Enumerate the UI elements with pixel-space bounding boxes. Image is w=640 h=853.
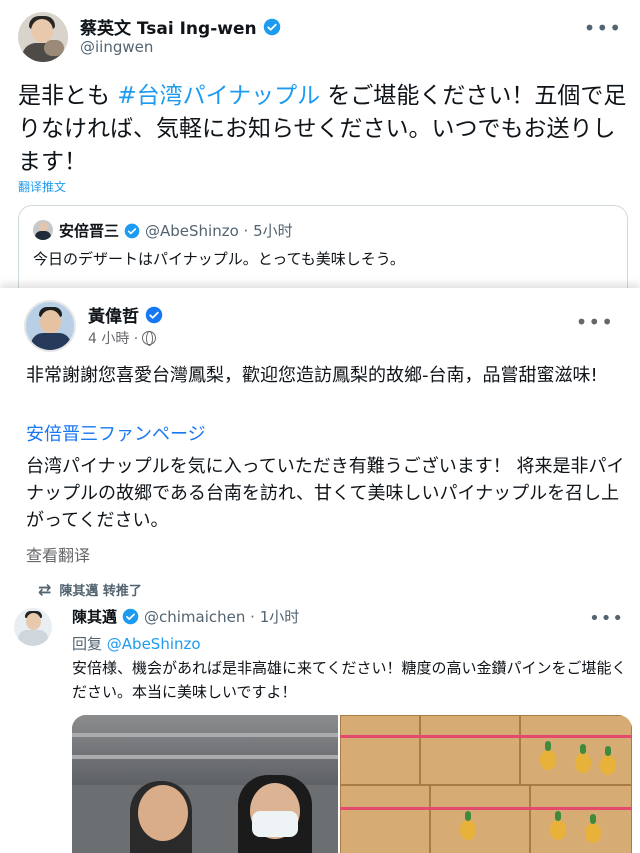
tweet-chen: ⇄ 陳其邁 转推了 陳其邁 @chimaichen · 1小时 ••• 回复 @… <box>0 578 640 853</box>
verified-badge-icon <box>124 223 140 238</box>
post-text-japanese: 台湾パイナップルを気に入っていただき有難うございます！ 将来是非パイナップルの故… <box>26 456 625 531</box>
more-options-icon[interactable]: ••• <box>584 16 622 40</box>
avatar-tsai[interactable] <box>18 12 68 62</box>
tweet-author-name[interactable]: 蔡英文 Tsai Ing-wen <box>80 14 281 39</box>
more-options-icon[interactable]: ••• <box>589 608 624 629</box>
post-time-text[interactable]: 4 小時 · <box>88 328 138 348</box>
tweet-text: 安倍様、機会があれば是非高雄に来てください！糖度の高い金鑽パインをご堪能ください… <box>72 659 627 701</box>
screenshot-collage: 蔡英文 Tsai Ing-wen @iingwen ••• 是非とも #台湾パイ… <box>0 0 640 853</box>
retweet-label[interactable]: 陳其邁 转推了 <box>59 580 142 599</box>
post-timestamp[interactable]: 4 小時 · <box>88 328 157 348</box>
verified-badge-icon <box>145 306 163 323</box>
tweet-text-part: 是非とも <box>18 83 118 109</box>
verified-badge-icon <box>122 608 139 625</box>
tweet-author[interactable]: 陳其邁 @chimaichen · 1小时 <box>72 606 299 627</box>
tweet-author-handle[interactable]: @iingwen <box>80 38 153 56</box>
translate-tweet-link[interactable]: 翻译推文 <box>18 178 66 195</box>
reply-mention-link[interactable]: @AbeShinzo <box>107 635 201 653</box>
hashtag-link[interactable]: #台湾パイナップル <box>117 83 320 109</box>
tweet-author-name[interactable]: 陳其邁 <box>72 606 117 627</box>
quoted-meta: @AbeShinzo · 5小时 <box>145 222 293 240</box>
avatar-abe <box>33 220 53 240</box>
facebook-post: 黃偉哲 4 小時 · ••• 非常謝謝您喜愛台灣鳳梨，歡迎您造訪鳳梨的故鄉-台南… <box>0 288 640 578</box>
retweet-icon: ⇄ <box>38 580 52 599</box>
verified-badge-icon <box>263 18 280 35</box>
tweet-tsai: 蔡英文 Tsai Ing-wen @iingwen ••• 是非とも #台湾パイ… <box>0 0 640 305</box>
quoted-author-name: 安倍晋三 <box>59 222 120 240</box>
quoted-author: 安倍晋三 @AbeShinzo · 5小时 <box>59 220 293 241</box>
tweet-text: 是非とも #台湾パイナップル をご堪能ください！五個で足りなければ、気軽にお知ら… <box>18 80 628 179</box>
avatar-huang[interactable] <box>24 300 76 352</box>
post-text-chinese: 非常謝謝您喜愛台灣鳳梨，歡迎您造訪鳳梨的故鄉-台南，品嘗甜蜜滋味! <box>26 365 598 386</box>
globe-icon <box>142 331 157 346</box>
post-author-name[interactable]: 黃偉哲 <box>88 302 139 327</box>
post-author[interactable]: 黃偉哲 <box>88 302 163 327</box>
quoted-text: 今日のデザートはパイナップル。とっても美味しそう。 <box>33 250 405 268</box>
see-translation-link[interactable]: 查看翻译 <box>26 542 90 566</box>
avatar-chen[interactable] <box>14 608 52 646</box>
page-mention-link[interactable]: 安倍晋三ファンページ <box>26 420 206 446</box>
tweet-photo-pineapple-boxes[interactable] <box>340 715 632 853</box>
reply-prefix: 回复 <box>72 635 107 653</box>
author-name-text[interactable]: 蔡英文 Tsai Ing-wen <box>80 14 257 39</box>
retweet-indicator: ⇄ 陳其邁 转推了 <box>38 580 142 599</box>
more-options-icon[interactable]: ••• <box>576 310 614 334</box>
tweet-meta: @chimaichen · 1小时 <box>144 608 300 626</box>
reply-context: 回复 @AbeShinzo <box>72 633 201 654</box>
tweet-photo-people[interactable] <box>72 715 338 853</box>
